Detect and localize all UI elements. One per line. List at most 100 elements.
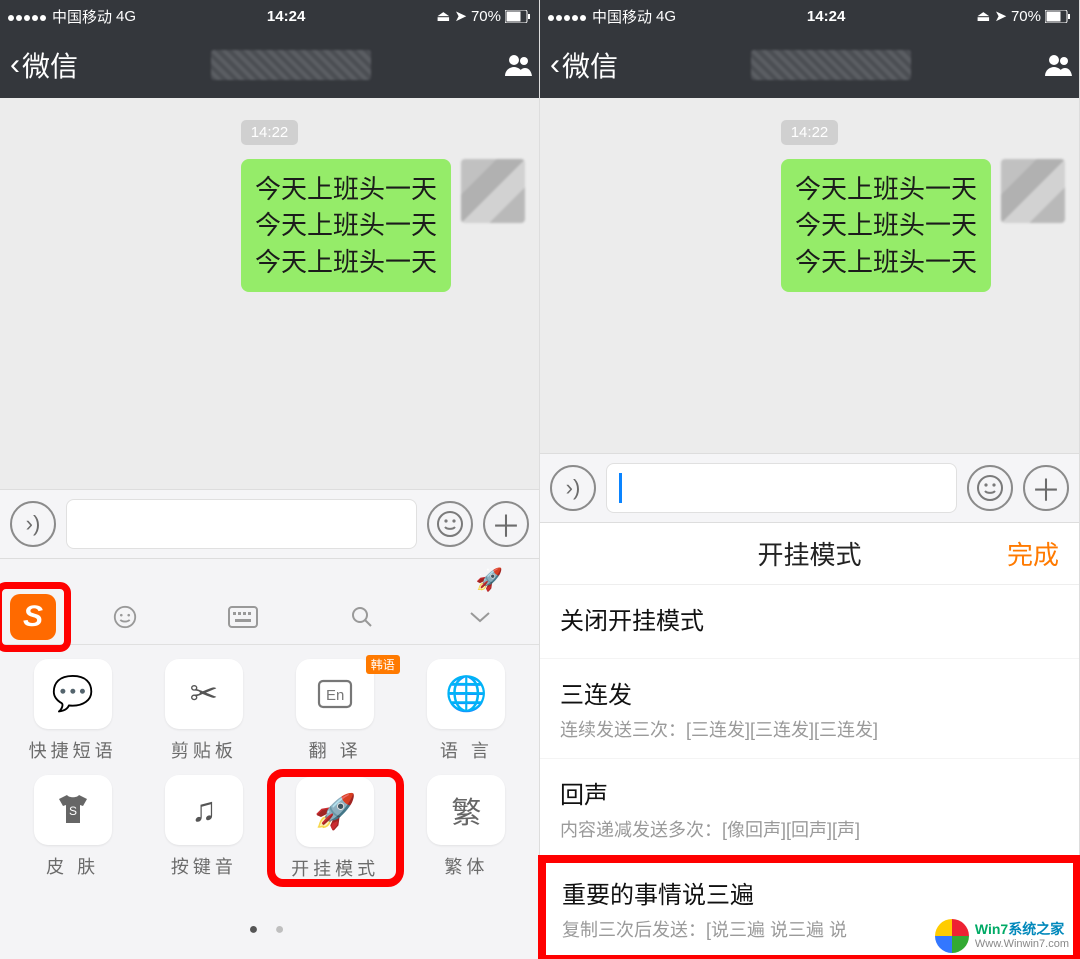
option-subtitle: 连续发送三次：[三连发][三连发][三连发] bbox=[560, 716, 1059, 742]
sogou-logo-button[interactable]: S bbox=[0, 587, 66, 647]
tool-label: 语 言 bbox=[440, 737, 493, 763]
lock-icon: ⏏ bbox=[976, 7, 990, 25]
battery-percent: 70% bbox=[1011, 8, 1041, 25]
keyboard-icon bbox=[228, 606, 258, 628]
screenshot-left: 中国移动 4G 14:24 ⏏ ➤ 70% ‹ 微信 14:22 今天上班头一天… bbox=[0, 0, 540, 959]
tool-translate[interactable]: En 韩语 翻 译 bbox=[273, 659, 398, 763]
done-button[interactable]: 完成 bbox=[1007, 535, 1059, 572]
traditional-icon: 繁 bbox=[427, 775, 505, 845]
scissors-icon: ✂ bbox=[165, 659, 243, 729]
back-label: 微信 bbox=[562, 45, 618, 85]
profile-button[interactable] bbox=[503, 50, 533, 80]
tool-label: 翻 译 bbox=[309, 737, 362, 763]
message-input[interactable] bbox=[606, 463, 957, 513]
chevron-left-icon: ‹ bbox=[550, 50, 560, 80]
tool-label: 开挂模式 bbox=[291, 855, 379, 881]
panel-title: 开挂模式 bbox=[757, 535, 861, 572]
location-icon: ➤ bbox=[454, 7, 467, 25]
status-bar: 中国移动 4G 14:24 ⏏ ➤ 70% bbox=[0, 0, 539, 32]
avatar[interactable] bbox=[1001, 159, 1065, 223]
msg-timestamp: 14:22 bbox=[241, 120, 299, 145]
voice-button[interactable]: ›) bbox=[10, 501, 56, 547]
option-subtitle: 内容递减发送多次：[像回声][回声][声] bbox=[560, 816, 1059, 842]
tool-label: 剪贴板 bbox=[171, 737, 237, 763]
back-label: 微信 bbox=[22, 45, 78, 85]
tab-keyboard[interactable] bbox=[184, 606, 302, 628]
chat-area[interactable]: 14:22 今天上班头一天 今天上班头一天 今天上班头一天 bbox=[0, 98, 539, 489]
watermark-sub: Www.Winwin7.com bbox=[975, 938, 1069, 950]
globe-icon: 🌐 bbox=[427, 659, 505, 729]
tool-label: 繁体 bbox=[444, 853, 488, 879]
watermark-logo-icon bbox=[935, 919, 969, 953]
chevron-down-icon bbox=[468, 610, 492, 624]
rocket-icon: 🚀 bbox=[296, 777, 374, 847]
message-bubble[interactable]: 今天上班头一天 今天上班头一天 今天上班头一天 bbox=[241, 159, 451, 292]
tool-language[interactable]: 🌐 语 言 bbox=[404, 659, 529, 763]
plus-icon: ＋ bbox=[491, 502, 521, 546]
battery-percent: 70% bbox=[471, 8, 501, 25]
message-row: 今天上班头一天 今天上班头一天 今天上班头一天 bbox=[540, 159, 1079, 292]
tool-clipboard[interactable]: ✂ 剪贴板 bbox=[141, 659, 266, 763]
tool-quickphrase[interactable]: 💬 快捷短语 bbox=[10, 659, 135, 763]
lock-icon: ⏏ bbox=[436, 7, 450, 25]
page-dots: ● ● bbox=[0, 921, 539, 939]
message-bubble[interactable]: 今天上班头一天 今天上班头一天 今天上班头一天 bbox=[781, 159, 991, 292]
tool-cheatmode[interactable]: 🚀 开挂模式 bbox=[273, 775, 398, 881]
nav-bar: ‹ 微信 bbox=[540, 32, 1079, 98]
tool-skin[interactable]: S 皮 肤 bbox=[10, 775, 135, 881]
avatar[interactable] bbox=[461, 159, 525, 223]
watermark: Win7系统之家 Www.Winwin7.com bbox=[935, 919, 1069, 953]
voice-button[interactable]: ›) bbox=[550, 465, 596, 511]
carrier: 中国移动 bbox=[592, 6, 652, 27]
msg-line: 今天上班头一天 bbox=[795, 244, 977, 280]
chevron-left-icon: ‹ bbox=[10, 50, 20, 80]
kb-tabbar: S bbox=[0, 589, 539, 645]
mode-option-echo[interactable]: 回声 内容递减发送多次：[像回声][回声][声] bbox=[540, 759, 1079, 859]
tool-traditional[interactable]: 繁 繁体 bbox=[404, 775, 529, 881]
kb-tools-grid: 💬 快捷短语 ✂ 剪贴板 En 韩语 翻 译 🌐 语 言 S bbox=[0, 645, 539, 881]
signal-dots-icon bbox=[548, 8, 588, 25]
profile-button[interactable] bbox=[1043, 50, 1073, 80]
smile-icon bbox=[112, 604, 138, 630]
tool-keysound[interactable]: ♫ 按键音 bbox=[141, 775, 266, 881]
battery-icon bbox=[1045, 10, 1071, 23]
tool-label: 皮 肤 bbox=[46, 853, 99, 879]
mode-option-triple[interactable]: 三连发 连续发送三次：[三连发][三连发][三连发] bbox=[540, 659, 1079, 759]
sogou-icon: S bbox=[10, 594, 56, 640]
mode-option-off[interactable]: 关闭开挂模式 bbox=[540, 585, 1079, 659]
plus-button[interactable]: ＋ bbox=[483, 501, 529, 547]
music-note-icon: ♫ bbox=[165, 775, 243, 845]
status-time: 14:24 bbox=[676, 8, 976, 25]
msg-line: 今天上班头一天 bbox=[255, 207, 437, 243]
chat-area[interactable]: 14:22 今天上班头一天 今天上班头一天 今天上班头一天 bbox=[540, 98, 1079, 453]
battery-icon bbox=[505, 10, 531, 23]
back-button[interactable]: ‹ 微信 bbox=[10, 45, 78, 85]
cheatmode-panel: 开挂模式 完成 关闭开挂模式 三连发 连续发送三次：[三连发][三连发][三连发… bbox=[540, 523, 1079, 959]
nav-bar: ‹ 微信 bbox=[0, 32, 539, 98]
tool-label: 快捷短语 bbox=[29, 737, 117, 763]
emoji-button[interactable] bbox=[427, 501, 473, 547]
translate-icon: En bbox=[296, 659, 374, 729]
silhouette-icon bbox=[1043, 50, 1073, 80]
contact-name-blurred bbox=[211, 50, 371, 80]
tab-collapse[interactable] bbox=[421, 610, 539, 624]
tab-search[interactable] bbox=[303, 605, 421, 629]
emoji-button[interactable] bbox=[967, 465, 1013, 511]
option-title: 回声 bbox=[560, 775, 1059, 810]
msg-line: 今天上班头一天 bbox=[795, 171, 977, 207]
back-button[interactable]: ‹ 微信 bbox=[550, 45, 618, 85]
tab-emoji[interactable] bbox=[66, 604, 184, 630]
text-cursor bbox=[619, 473, 622, 503]
plus-button[interactable]: ＋ bbox=[1023, 465, 1069, 511]
status-time: 14:24 bbox=[136, 8, 436, 25]
watermark-t2: 系统之家 bbox=[1008, 921, 1064, 937]
smile-icon bbox=[436, 510, 464, 538]
badge-korean: 韩语 bbox=[366, 655, 400, 674]
option-title: 关闭开挂模式 bbox=[560, 601, 1059, 636]
location-icon: ➤ bbox=[994, 7, 1007, 25]
voice-icon: ›) bbox=[26, 511, 41, 537]
option-title: 三连发 bbox=[560, 675, 1059, 710]
message-input[interactable] bbox=[66, 499, 417, 549]
chat-input-bar: ›) ＋ bbox=[0, 489, 539, 559]
silhouette-icon bbox=[503, 50, 533, 80]
